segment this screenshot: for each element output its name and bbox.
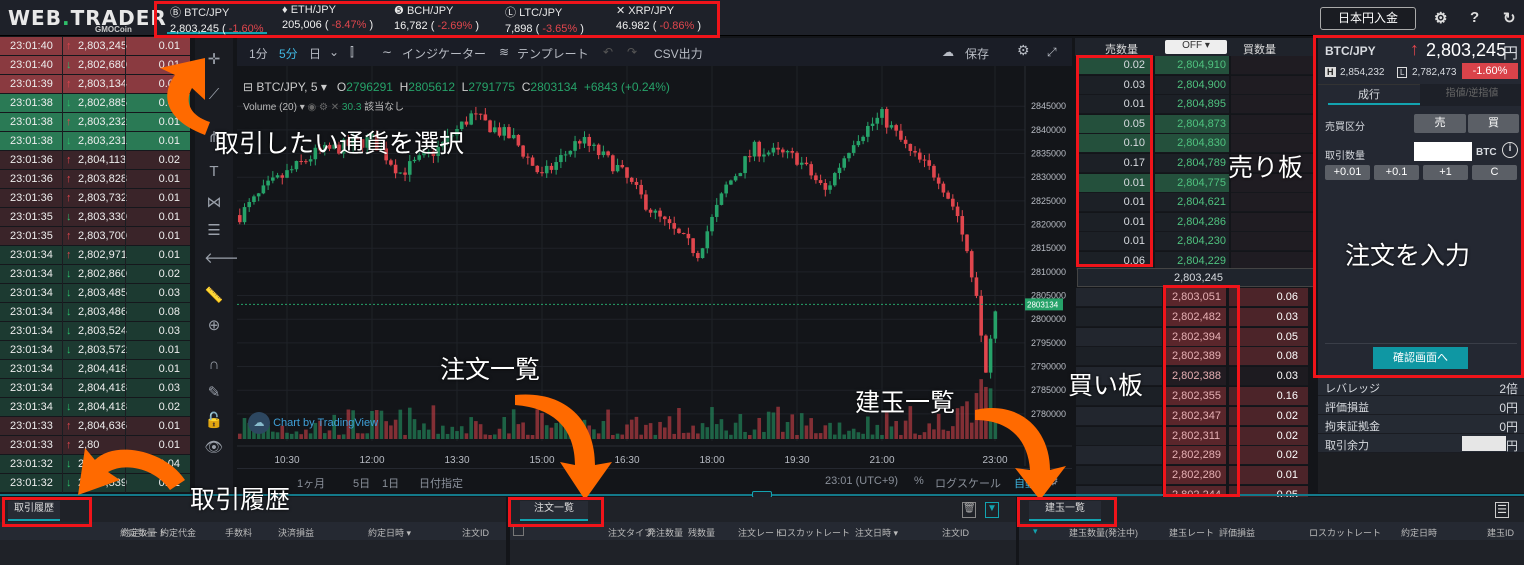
arrow-orders	[515, 394, 612, 500]
annotation-select-currency: 取引したい通貨を選択	[214, 129, 465, 158]
arrow-positions	[975, 408, 1066, 500]
annotation-bid-board: 買い板	[1068, 371, 1144, 400]
annotation-position-list: 建玉一覧	[855, 388, 956, 417]
arrow-history	[78, 448, 185, 495]
annotation-enter-order: 注文を入力	[1345, 241, 1471, 270]
arrow-currency	[160, 58, 210, 135]
annotation-ask-board: 売り板	[1228, 153, 1304, 182]
annotation-trade-history: 取引履歴	[190, 485, 291, 514]
annotation-order-list: 注文一覧	[440, 355, 541, 384]
